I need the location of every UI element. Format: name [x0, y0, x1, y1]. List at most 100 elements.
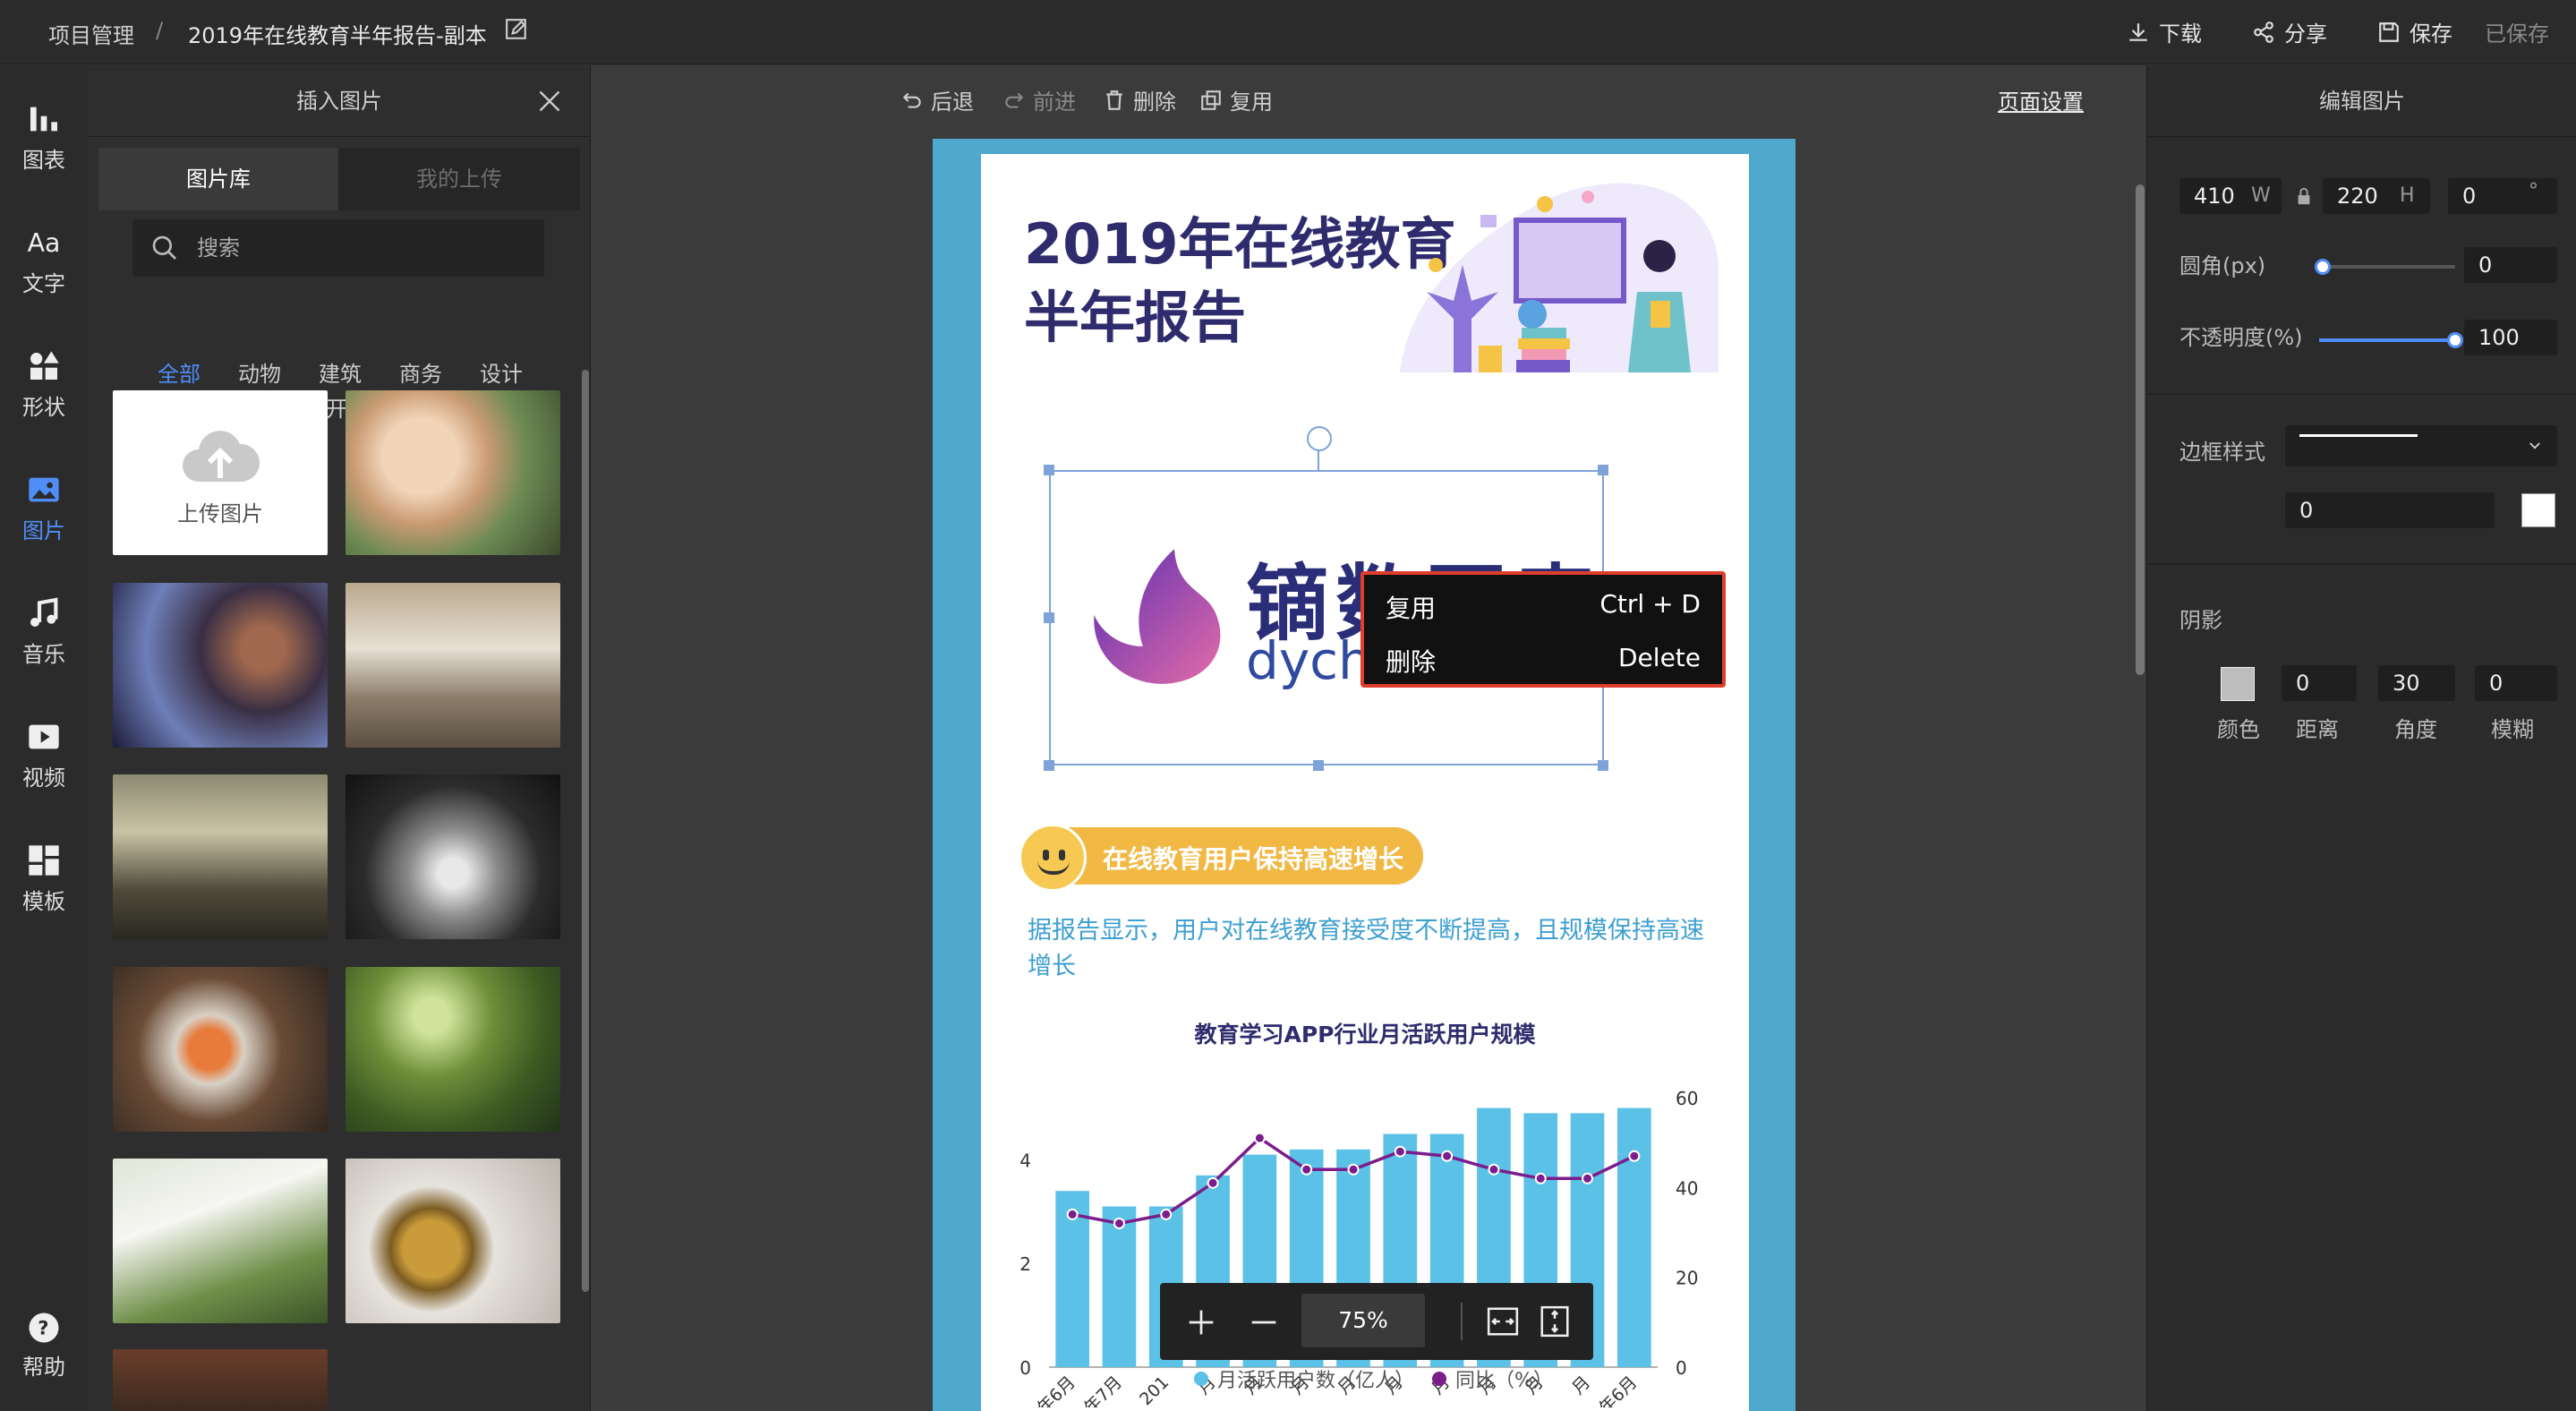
- upload-image-button[interactable]: 上传图片: [113, 390, 328, 555]
- radius-slider[interactable]: [2315, 259, 2455, 275]
- resize-handle-b[interactable]: [1313, 760, 1324, 771]
- save-label: 保存: [2410, 21, 2452, 47]
- resize-handle-br[interactable]: [1598, 760, 1608, 771]
- chart-line-point: [1253, 1132, 1266, 1144]
- legend-bars[interactable]: 月活跃用户数（亿人）: [1194, 1364, 1414, 1393]
- lock-icon[interactable]: [2294, 185, 2314, 207]
- section-divider: [2147, 563, 2576, 565]
- canvas-scrollbar[interactable]: [2136, 184, 2145, 675]
- download-icon: [2129, 22, 2147, 41]
- chart-line-point: [1534, 1172, 1547, 1184]
- chart-line-point: [1160, 1208, 1173, 1220]
- zoom-in-icon[interactable]: [1187, 1308, 1215, 1337]
- page-settings-link[interactable]: 页面设置: [1998, 84, 2084, 115]
- resize-handle-tl[interactable]: [1044, 465, 1054, 475]
- rail-item-chart[interactable]: 图表: [0, 101, 88, 174]
- shadow-blur-input[interactable]: 0: [2475, 665, 2557, 701]
- opacity-slider-knob[interactable]: [2447, 332, 2463, 348]
- chart-line-point: [1582, 1172, 1594, 1184]
- chart-line-point: [1113, 1217, 1125, 1229]
- section-divider: [2147, 393, 2576, 395]
- rotation-value: 0: [2462, 184, 2477, 209]
- image-thumb-city[interactable]: [113, 774, 328, 939]
- border-style-select[interactable]: [2285, 425, 2557, 466]
- resize-handle-l[interactable]: [1044, 612, 1054, 623]
- rail-item-text[interactable]: Aa 文字: [0, 225, 88, 297]
- redo-button[interactable]: 前进: [1002, 84, 1076, 115]
- fit-height-icon[interactable]: [1538, 1304, 1572, 1338]
- breadcrumb-root[interactable]: 项目管理: [48, 18, 134, 49]
- rail-item-image[interactable]: 图片: [0, 472, 88, 544]
- resize-handle-tr[interactable]: [1598, 465, 1608, 475]
- tab-image-library[interactable]: 图片库: [98, 148, 338, 210]
- rotation-input[interactable]: 0: [2448, 178, 2557, 214]
- undo-button[interactable]: 后退: [900, 84, 974, 115]
- chart-title: 教育学习APP行业月活跃用户规模: [1194, 1022, 1536, 1048]
- shadow-blur-label: 模糊: [2491, 717, 2534, 742]
- tab-my-uploads[interactable]: 我的上传: [338, 148, 580, 210]
- shadow-angle-label: 角度: [2394, 717, 2437, 742]
- fit-width-icon[interactable]: [1486, 1304, 1520, 1338]
- resize-handle-bl[interactable]: [1044, 760, 1054, 771]
- close-icon[interactable]: [537, 89, 562, 114]
- image-thumb-woman[interactable]: [113, 583, 328, 748]
- zoom-out-icon[interactable]: [1250, 1308, 1278, 1337]
- category-architecture[interactable]: 建筑: [319, 356, 362, 388]
- context-menu-duplicate[interactable]: 复用 Ctrl + D: [1386, 589, 1701, 625]
- help-label: 帮助: [22, 1355, 65, 1380]
- opacity-slider[interactable]: [2319, 332, 2463, 348]
- legend-line[interactable]: 同比（%）: [1432, 1364, 1553, 1393]
- category-all[interactable]: 全部: [158, 356, 200, 388]
- image-thumb-bitcoin[interactable]: [345, 1159, 560, 1323]
- category-animals[interactable]: 动物: [238, 356, 281, 388]
- edit-title-icon[interactable]: [505, 18, 528, 41]
- radius-label: 圆角(px): [2179, 253, 2266, 278]
- context-menu-delete[interactable]: 删除 Delete: [1386, 643, 1701, 679]
- help-button[interactable]: ? 帮助: [0, 1312, 88, 1381]
- image-thumb-bathroom[interactable]: [345, 583, 560, 748]
- rail-item-template[interactable]: 模板: [0, 842, 88, 915]
- legend-label-line: 同比（%）: [1455, 1370, 1553, 1392]
- teacher-illustration[interactable]: [1382, 158, 1722, 372]
- duplicate-button[interactable]: 复用: [1199, 84, 1273, 115]
- shadow-color-swatch[interactable]: [2221, 667, 2255, 701]
- panel-scrollbar[interactable]: [582, 370, 589, 1292]
- image-thumb-tree[interactable]: [345, 967, 560, 1132]
- legend-swatch-bars: [1194, 1372, 1208, 1386]
- shadow-distance-value: 0: [2296, 671, 2310, 696]
- radius-slider-knob[interactable]: [2315, 259, 2331, 275]
- panel-title: 插入图片: [88, 65, 591, 137]
- chevron-down-icon: [2529, 442, 2540, 449]
- delete-button[interactable]: 删除: [1103, 84, 1176, 115]
- rail-item-shapes[interactable]: 形状: [0, 348, 88, 421]
- zoom-value[interactable]: 75%: [1301, 1294, 1425, 1347]
- opacity-input[interactable]: 100: [2464, 320, 2557, 355]
- image-thumb-partial[interactable]: [113, 1349, 328, 1411]
- radius-input[interactable]: 0: [2464, 247, 2557, 283]
- rail-item-music[interactable]: 音乐: [0, 595, 88, 668]
- shadow-distance-input[interactable]: 0: [2282, 665, 2357, 701]
- share-button[interactable]: 分享: [2252, 16, 2327, 47]
- border-color-swatch[interactable]: [2521, 493, 2555, 527]
- search-input[interactable]: 搜索: [132, 219, 544, 277]
- border-width-input[interactable]: 0: [2285, 492, 2495, 528]
- image-thumb-van[interactable]: [113, 967, 328, 1132]
- category-business[interactable]: 商务: [399, 356, 442, 388]
- rotate-handle[interactable]: [1307, 426, 1332, 451]
- image-thumb-child[interactable]: [345, 390, 560, 555]
- x-tick-label: 月: [1568, 1373, 1594, 1398]
- y-left-tick-label: 4: [1019, 1150, 1031, 1171]
- download-button[interactable]: 下载: [2127, 16, 2202, 47]
- image-thumb-dome[interactable]: [345, 774, 560, 939]
- image-thumb-book[interactable]: [113, 1159, 328, 1323]
- category-design[interactable]: 设计: [480, 356, 523, 388]
- save-button[interactable]: 保存: [2377, 16, 2452, 47]
- section-pill[interactable]: 在线教育用户保持高速增长: [1019, 824, 1423, 892]
- chart-line-point: [1347, 1163, 1360, 1176]
- shadow-angle-input[interactable]: 30: [2378, 665, 2455, 701]
- edit-image-panel: 编辑图片 410 W 220 H 0 ° 圆角(px) 0 不透明度(%) 10…: [2146, 65, 2576, 1411]
- rail-item-video[interactable]: 视频: [0, 719, 88, 791]
- section-title: 在线教育用户保持高速增长: [1103, 844, 1404, 874]
- rail-item-label: 图表: [22, 148, 65, 173]
- bar-chart-icon: [30, 107, 57, 132]
